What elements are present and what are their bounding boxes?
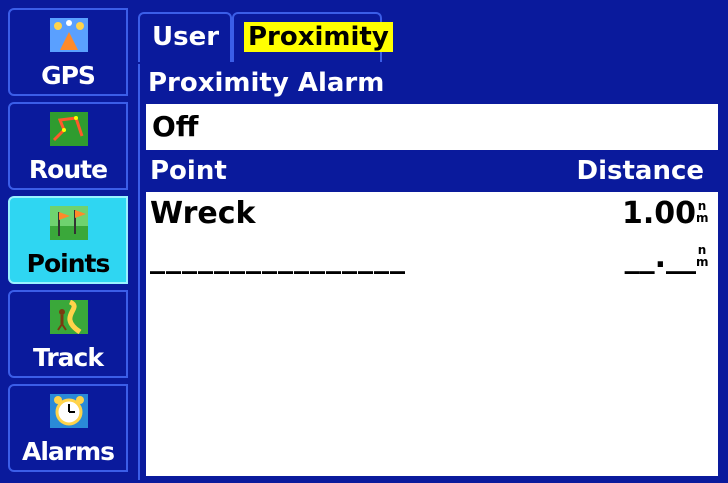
satellite-icon: [50, 18, 88, 52]
table-row[interactable]: Wreck 1.00 n m: [146, 192, 718, 238]
route-icon: [50, 112, 88, 146]
table-header: Point Distance: [146, 156, 718, 190]
sidebar-item-route[interactable]: Route: [8, 102, 128, 190]
sidebar-item-label: Route: [28, 155, 108, 184]
point-name: ________________: [150, 240, 406, 275]
column-header-point: Point: [150, 156, 227, 186]
sidebar-item-alarms[interactable]: Alarms: [8, 384, 128, 472]
sidebar-item-gps[interactable]: GPS: [8, 8, 128, 96]
distance-value: 1.00: [621, 196, 696, 231]
section-label: Proximity Alarm: [148, 68, 385, 98]
alarm-clock-icon: [50, 394, 88, 428]
table-row[interactable]: ________________ __.__ n m: [146, 236, 718, 282]
sidebar-item-track[interactable]: Track: [8, 290, 128, 378]
point-name: Wreck: [150, 196, 256, 231]
tab-bar: User Proximity: [138, 8, 724, 64]
proximity-alarm-field[interactable]: Off: [146, 104, 718, 150]
sidebar-item-label: Track: [33, 343, 104, 372]
proximity-content: Proximity Alarm Off Point Distance Wreck…: [138, 64, 724, 480]
sidebar-item-label: GPS: [41, 61, 96, 90]
proximity-list: Wreck 1.00 n m ________________ __.__ n …: [146, 192, 718, 476]
tab-label: Proximity: [244, 22, 393, 52]
unit-bottom: m: [696, 255, 709, 269]
distance-unit: n m: [696, 200, 709, 225]
tab-label: User: [152, 22, 220, 52]
device-screen: GPS Route Points Track Alarms User Proxi…: [0, 0, 728, 483]
flags-icon: [50, 206, 88, 240]
hiker-icon: [50, 299, 88, 335]
tab-proximity[interactable]: Proximity: [232, 12, 393, 62]
sidebar-item-label: Alarms: [21, 437, 115, 466]
distance-value: __.__: [624, 240, 696, 275]
distance-unit: n m: [696, 244, 709, 269]
main-panel: User Proximity Proximity Alarm Off Point…: [138, 8, 724, 480]
sidebar: GPS Route Points Track Alarms: [8, 8, 130, 483]
sidebar-item-points[interactable]: Points: [8, 196, 128, 284]
unit-bottom: m: [696, 211, 709, 225]
tab-user[interactable]: User: [138, 12, 232, 62]
column-header-distance: Distance: [576, 156, 705, 186]
sidebar-item-label: Points: [26, 249, 111, 278]
